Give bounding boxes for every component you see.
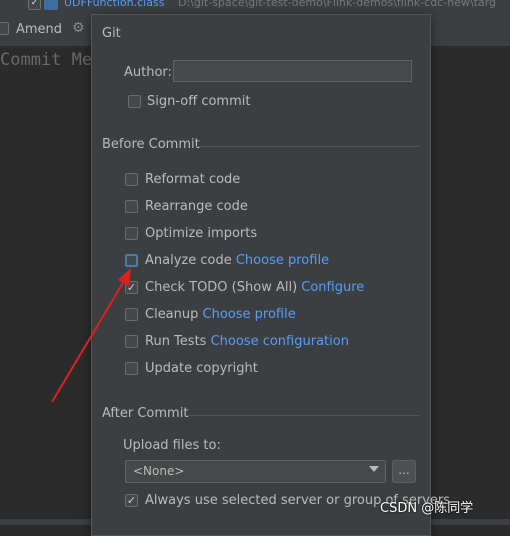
watermark: CSDN @陈同学	[380, 501, 474, 516]
arrow-shaft	[51, 275, 128, 403]
annotation-arrow	[51, 268, 131, 403]
arrow-head	[118, 268, 131, 286]
